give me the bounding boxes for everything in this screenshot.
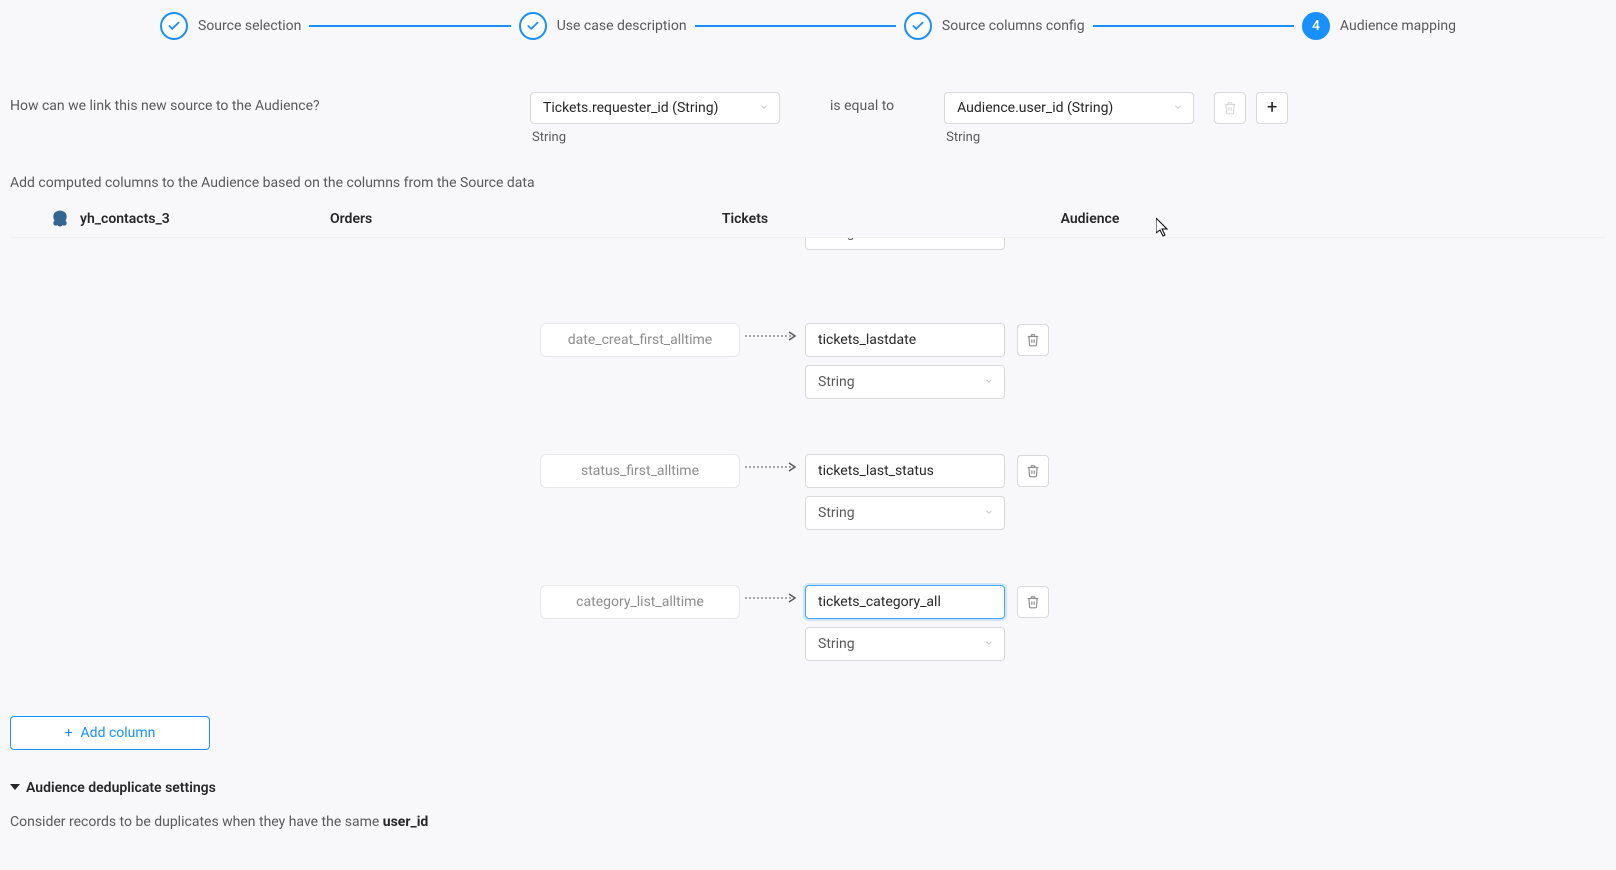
- type-hint: String: [530, 130, 780, 145]
- add-column-label: Add column: [81, 725, 156, 741]
- link-question: How can we link this new source to the A…: [10, 92, 510, 114]
- arrow-right-icon: [740, 323, 805, 341]
- type-select[interactable]: String: [805, 365, 1005, 399]
- dedup-title: Audience deduplicate settings: [26, 780, 216, 796]
- chevron-down-icon: [984, 374, 994, 390]
- link-row: How can we link this new source to the A…: [10, 62, 1606, 145]
- source-column-pill: category_list_alltime: [540, 585, 740, 619]
- mapping-row: status_first_alltime String: [10, 454, 1606, 530]
- step-connector: [1093, 25, 1294, 27]
- delete-link-button[interactable]: [1214, 92, 1246, 124]
- computed-columns-desc: Add computed columns to the Audience bas…: [10, 175, 1606, 191]
- select-value: String: [818, 374, 855, 390]
- step-label: Use case description: [557, 18, 687, 34]
- destination-name-input[interactable]: [805, 323, 1005, 357]
- destination-name-input[interactable]: [805, 585, 1005, 619]
- select-value: Audience.user_id (String): [957, 100, 1113, 116]
- chevron-down-icon: [984, 505, 994, 521]
- check-icon: [160, 12, 188, 40]
- type-select[interactable]: String: [805, 496, 1005, 530]
- source-name: yh_contacts_3: [80, 211, 170, 227]
- step-connector: [309, 25, 510, 27]
- step-audience-mapping[interactable]: 4 Audience mapping: [1302, 12, 1456, 40]
- step-connector: [695, 25, 896, 27]
- step-label: Source selection: [198, 18, 301, 34]
- type-select[interactable]: String: [805, 627, 1005, 661]
- arrow-right-icon: [740, 585, 805, 603]
- step-label: Audience mapping: [1340, 18, 1456, 34]
- chevron-down-icon: [1173, 100, 1183, 116]
- source-column-select[interactable]: Tickets.requester_id (String) String: [530, 92, 780, 145]
- chevron-down-icon: [759, 100, 769, 116]
- col-header-audience: Audience: [890, 211, 1290, 227]
- step-label: Source columns config: [942, 18, 1085, 34]
- clipped-previous-row: String: [10, 238, 1606, 268]
- stepper: Source selection Use case description So…: [0, 0, 1616, 52]
- col-header-tickets: Tickets: [600, 211, 890, 227]
- dedup-description: Consider records to be duplicates when t…: [10, 814, 1606, 830]
- chevron-down-icon: [984, 636, 994, 652]
- delete-mapping-button[interactable]: [1017, 586, 1049, 618]
- step-source-selection[interactable]: Source selection: [160, 12, 301, 40]
- mapping-area: String date_creat_first_alltime String: [10, 238, 1606, 661]
- check-icon: [519, 12, 547, 40]
- arrow-right-icon: [740, 454, 805, 472]
- col-header-orders: Orders: [310, 211, 600, 227]
- step-use-case[interactable]: Use case description: [519, 12, 687, 40]
- mapping-row: category_list_alltime String: [10, 585, 1606, 661]
- delete-mapping-button[interactable]: [1017, 455, 1049, 487]
- operator-label: is equal to: [830, 92, 894, 114]
- destination-name-input[interactable]: [805, 454, 1005, 488]
- select-value: Tickets.requester_id (String): [543, 100, 718, 116]
- select-value: String: [818, 636, 855, 652]
- dedup-toggle[interactable]: Audience deduplicate settings: [10, 780, 1606, 796]
- type-select[interactable]: String: [805, 238, 1005, 250]
- step-number-icon: 4: [1302, 12, 1330, 40]
- chevron-down-icon: [984, 238, 994, 241]
- dedup-section: Audience deduplicate settings Consider r…: [10, 780, 1606, 830]
- source-column-pill: status_first_alltime: [540, 454, 740, 488]
- add-link-button[interactable]: +: [1256, 92, 1288, 124]
- select-value: String: [818, 505, 855, 521]
- type-hint: String: [944, 130, 1194, 145]
- add-column-button[interactable]: + Add column: [10, 716, 210, 750]
- delete-mapping-button[interactable]: [1017, 324, 1049, 356]
- columns-header: yh_contacts_3 Orders Tickets Audience: [10, 209, 1606, 238]
- mapping-row: date_creat_first_alltime String: [10, 323, 1606, 399]
- plus-icon: +: [65, 725, 73, 741]
- postgres-icon: [50, 209, 70, 229]
- audience-column-select[interactable]: Audience.user_id (String) String: [944, 92, 1194, 145]
- source-column-pill: date_creat_first_alltime: [540, 323, 740, 357]
- caret-down-icon: [10, 780, 20, 796]
- step-columns-config[interactable]: Source columns config: [904, 12, 1085, 40]
- check-icon: [904, 12, 932, 40]
- select-value: String: [818, 238, 855, 241]
